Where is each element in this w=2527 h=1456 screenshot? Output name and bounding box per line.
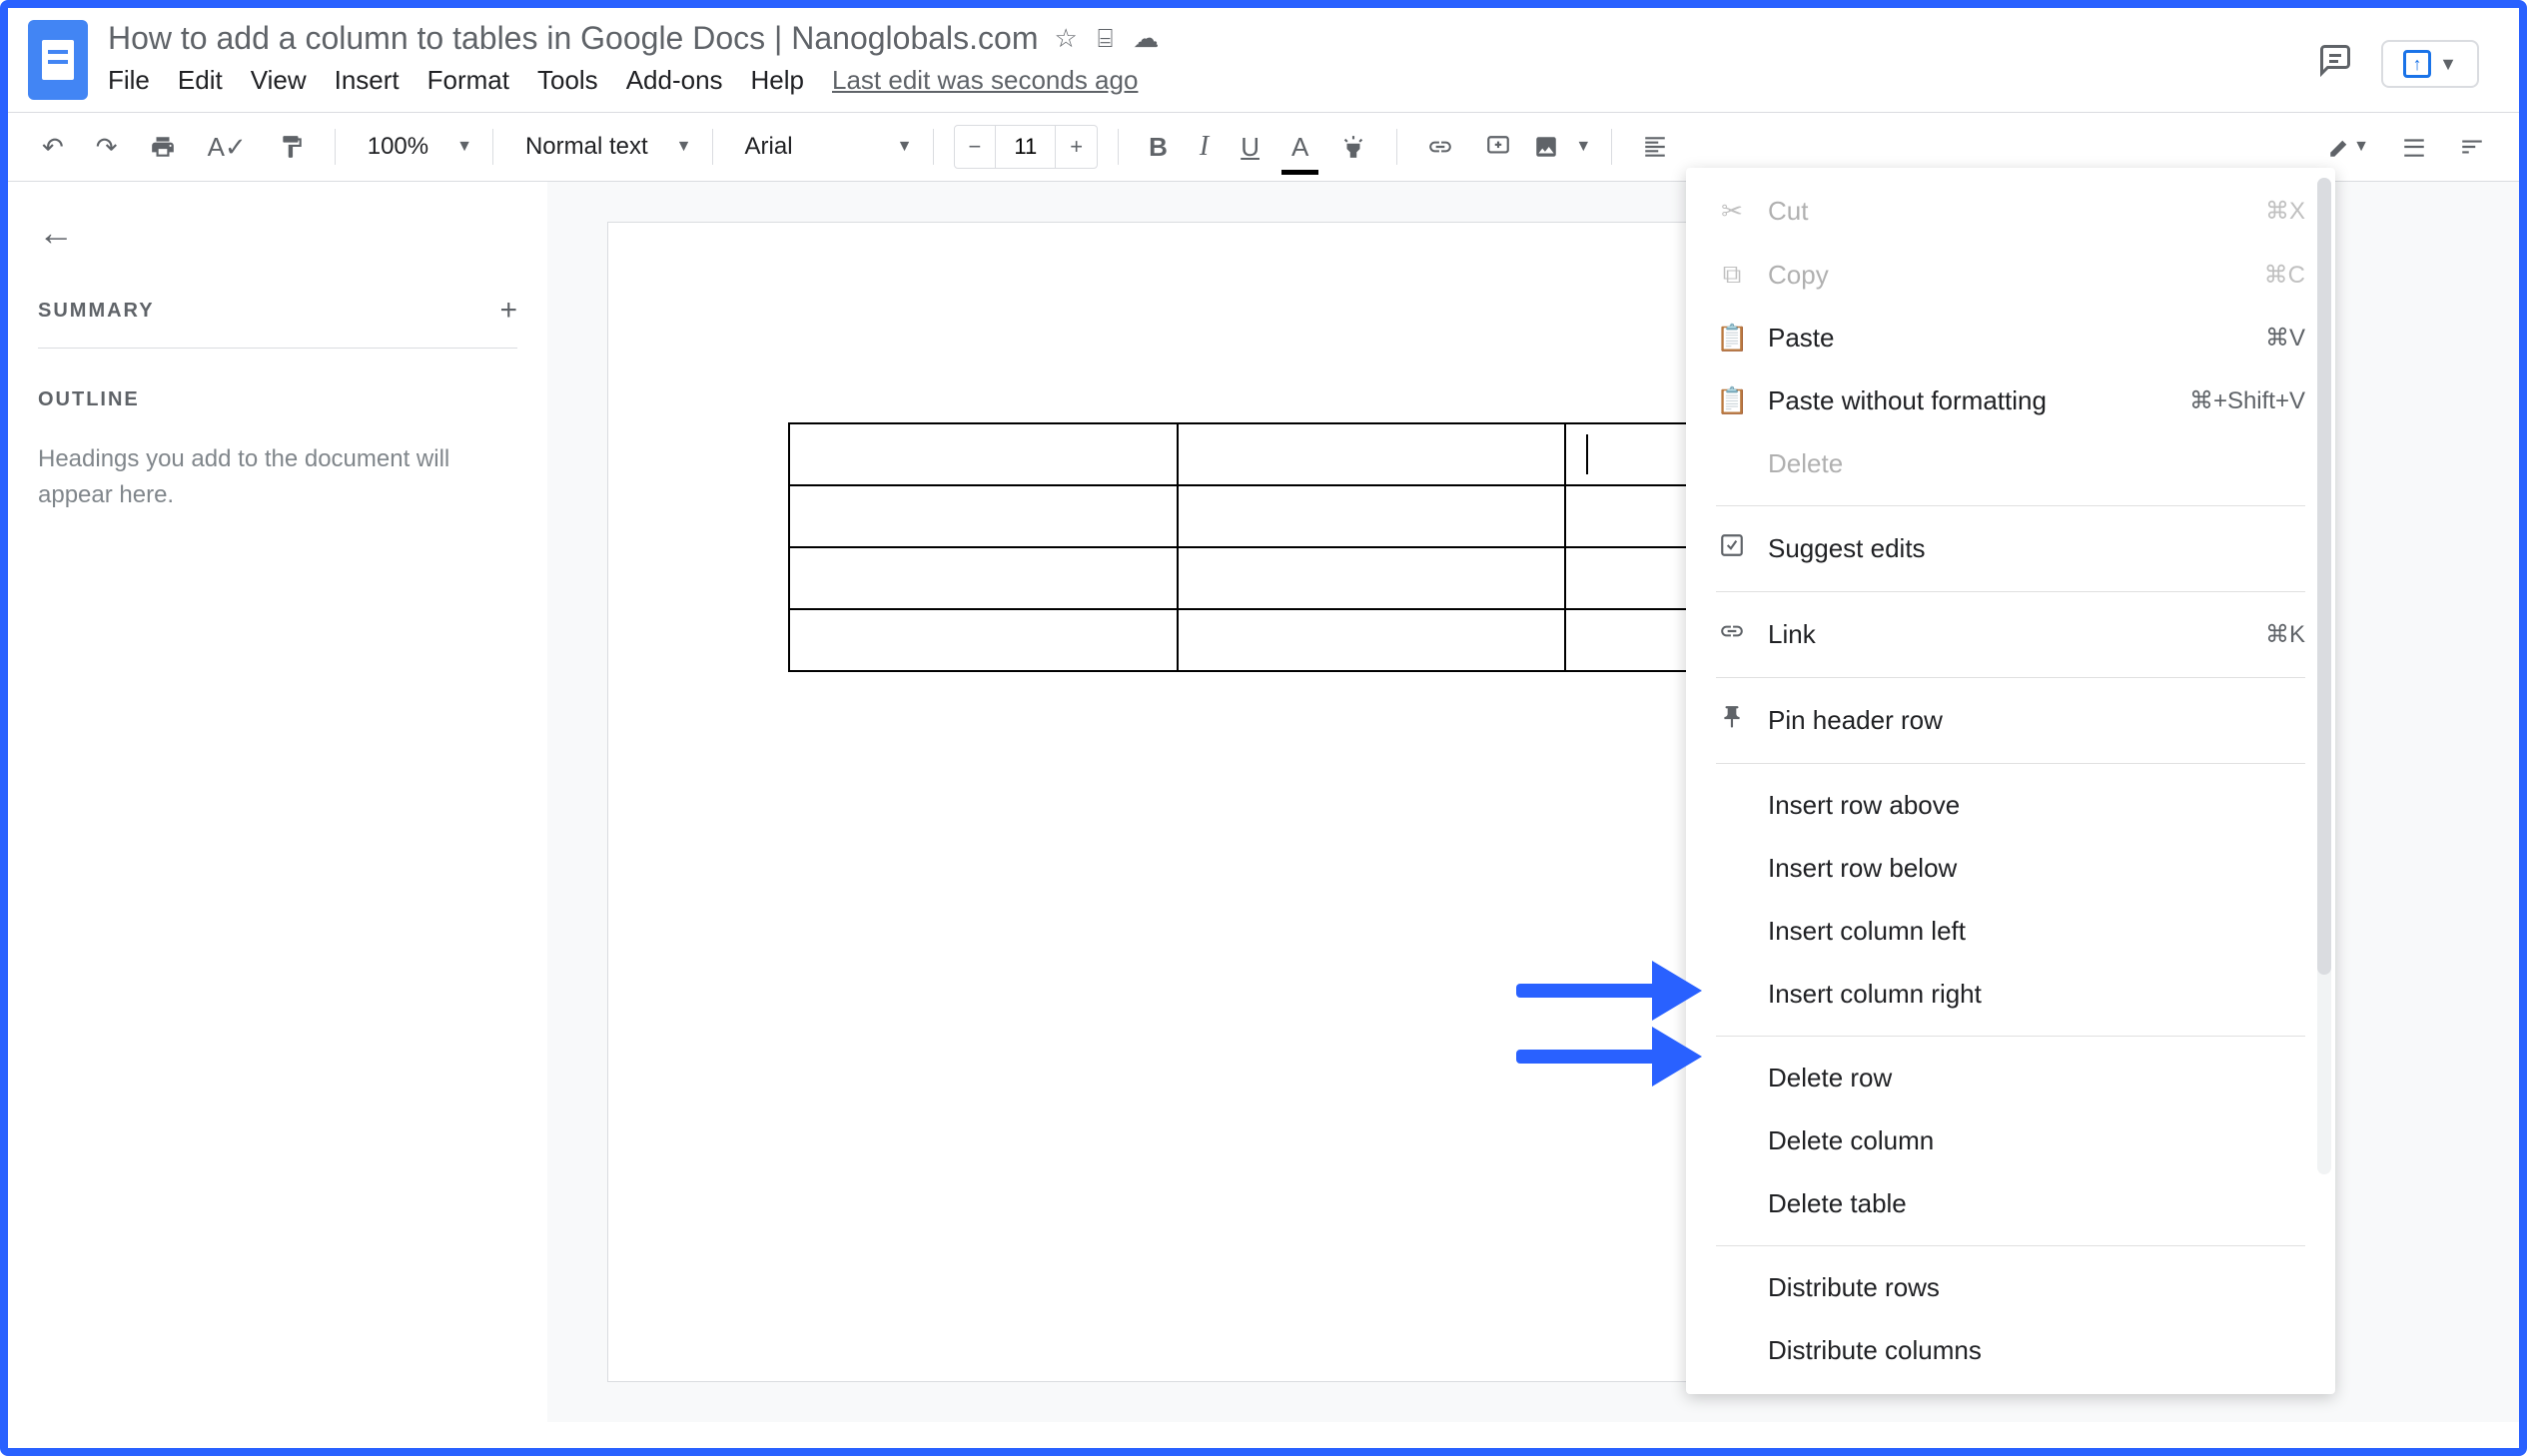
- underline-button[interactable]: U: [1231, 126, 1269, 169]
- cloud-status-icon[interactable]: ☁: [1133, 23, 1159, 54]
- present-icon: ↑: [2403, 50, 2431, 78]
- menu-addons[interactable]: Add-ons: [626, 65, 723, 96]
- redo-button[interactable]: ↷: [86, 126, 128, 169]
- cm-delete-table[interactable]: Delete table: [1686, 1172, 2335, 1235]
- last-edit-link[interactable]: Last edit was seconds ago: [832, 65, 1138, 96]
- font-size-decrease[interactable]: −: [955, 126, 996, 168]
- menu-view[interactable]: View: [251, 65, 307, 96]
- context-menu-scrollbar[interactable]: [2317, 178, 2331, 1174]
- cm-distribute-rows[interactable]: Distribute rows: [1686, 1256, 2335, 1319]
- menu-bar: File Edit View Insert Format Tools Add-o…: [108, 65, 2317, 96]
- menu-help[interactable]: Help: [751, 65, 804, 96]
- summary-heading: SUMMARY: [38, 300, 155, 323]
- cm-suggest-edits[interactable]: Suggest edits: [1686, 516, 2335, 581]
- menu-tools[interactable]: Tools: [537, 65, 598, 96]
- print-button[interactable]: [140, 128, 186, 166]
- menu-insert[interactable]: Insert: [335, 65, 400, 96]
- paint-format-button[interactable]: [269, 128, 315, 166]
- cm-paste[interactable]: 📋 Paste ⌘V: [1686, 307, 2335, 369]
- text-cursor: [1586, 434, 1588, 474]
- text-color-button[interactable]: A: [1281, 126, 1318, 169]
- cm-insert-column-left[interactable]: Insert column left: [1686, 900, 2335, 963]
- move-icon[interactable]: ⌸: [1098, 23, 1114, 55]
- annotation-arrow-2: [1516, 1027, 1702, 1087]
- cm-paste-no-format[interactable]: 📋 Paste without formatting ⌘+Shift+V: [1686, 369, 2335, 432]
- style-dropdown[interactable]: Normal text▼: [513, 127, 692, 167]
- spellcheck-button[interactable]: A✓: [198, 126, 257, 169]
- cm-distribute-columns[interactable]: Distribute columns: [1686, 1319, 2335, 1382]
- cm-link[interactable]: Link ⌘K: [1686, 602, 2335, 667]
- font-size-increase[interactable]: +: [1056, 126, 1097, 168]
- cm-insert-row-above[interactable]: Insert row above: [1686, 774, 2335, 837]
- suggest-icon: [1716, 532, 1748, 565]
- add-summary-button[interactable]: +: [499, 294, 517, 328]
- cm-insert-row-below[interactable]: Insert row below: [1686, 837, 2335, 900]
- outline-sidebar: ← SUMMARY + OUTLINE Headings you add to …: [8, 182, 547, 1422]
- menu-file[interactable]: File: [108, 65, 150, 96]
- font-dropdown[interactable]: Arial▼: [733, 127, 913, 167]
- cm-delete-row[interactable]: Delete row: [1686, 1047, 2335, 1109]
- formatting-options-button[interactable]: [2449, 128, 2495, 166]
- document-title[interactable]: How to add a column to tables in Google …: [108, 20, 1038, 57]
- cm-pin-header-row[interactable]: Pin header row: [1686, 688, 2335, 753]
- menu-edit[interactable]: Edit: [178, 65, 223, 96]
- star-icon[interactable]: ☆: [1054, 23, 1077, 54]
- menu-format[interactable]: Format: [427, 65, 509, 96]
- insert-comment-button[interactable]: [1475, 128, 1521, 166]
- cut-icon: ✂: [1716, 196, 1748, 227]
- pin-icon: [1716, 704, 1748, 737]
- paste-plain-icon: 📋: [1716, 385, 1748, 416]
- cm-delete-column[interactable]: Delete column: [1686, 1109, 2335, 1172]
- undo-button[interactable]: ↶: [32, 126, 74, 169]
- context-menu: ✂ Cut ⌘X ⧉ Copy ⌘C 📋 Paste ⌘V 📋 Paste wi…: [1686, 168, 2335, 1394]
- share-button[interactable]: ↑ ▼: [2381, 40, 2479, 88]
- outline-empty-hint: Headings you add to the document will ap…: [38, 441, 517, 513]
- line-spacing-button[interactable]: [2391, 128, 2437, 166]
- paste-icon: 📋: [1716, 323, 1748, 354]
- comments-icon[interactable]: [2317, 42, 2353, 87]
- insert-link-button[interactable]: [1417, 128, 1463, 166]
- outline-heading: OUTLINE: [38, 388, 517, 411]
- app-header: How to add a column to tables in Google …: [8, 8, 2519, 100]
- highlight-button[interactable]: [1330, 128, 1376, 166]
- copy-icon: ⧉: [1716, 259, 1748, 291]
- zoom-dropdown[interactable]: 100%▼: [356, 127, 472, 167]
- link-icon: [1716, 618, 1748, 651]
- insert-image-button[interactable]: ▼: [1533, 134, 1591, 160]
- annotation-arrow-1: [1516, 961, 1702, 1021]
- align-button[interactable]: [1632, 128, 1678, 166]
- chevron-down-icon: ▼: [2439, 54, 2457, 75]
- docs-logo-icon[interactable]: [28, 20, 88, 100]
- collapse-sidebar-button[interactable]: ←: [38, 212, 517, 254]
- cm-cut: ✂ Cut ⌘X: [1686, 180, 2335, 243]
- font-size-value[interactable]: 11: [995, 126, 1056, 168]
- cm-delete: Delete: [1686, 432, 2335, 495]
- bold-button[interactable]: B: [1139, 126, 1178, 169]
- highlight-color-button[interactable]: ▼: [2317, 128, 2379, 166]
- font-size-control: − 11 +: [954, 125, 1099, 169]
- italic-button[interactable]: I: [1190, 125, 1219, 169]
- cm-insert-column-right[interactable]: Insert column right: [1686, 963, 2335, 1026]
- cm-copy: ⧉ Copy ⌘C: [1686, 243, 2335, 307]
